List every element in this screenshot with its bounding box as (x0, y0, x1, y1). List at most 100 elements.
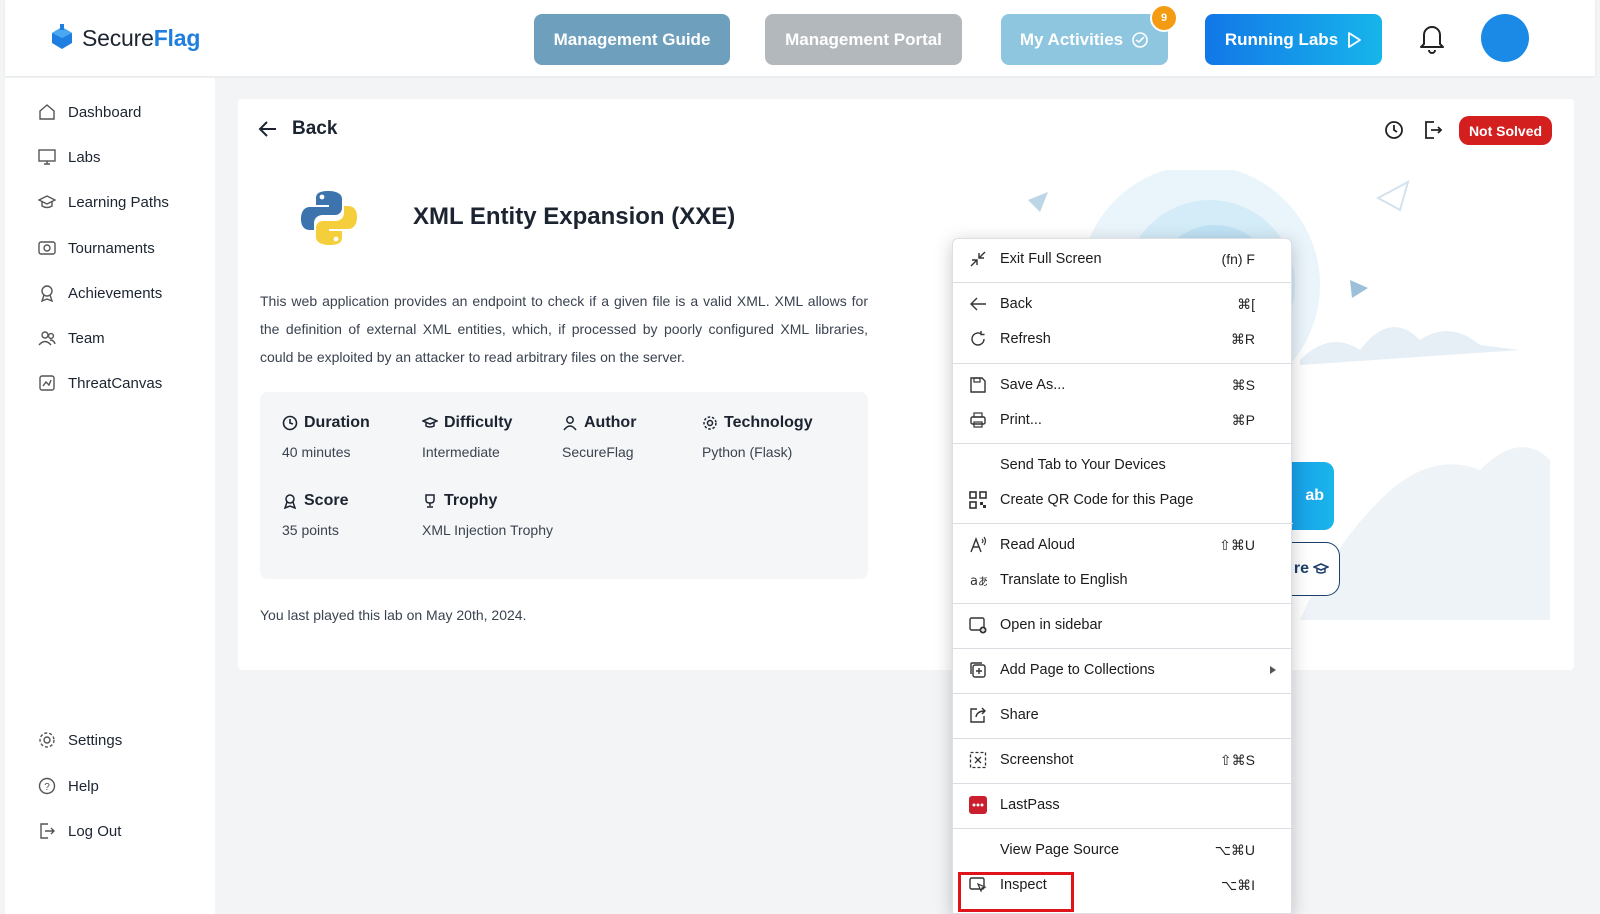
logout-icon (40, 823, 55, 839)
menu-separator (953, 603, 1293, 604)
duration-info: Duration 40 minutes (282, 414, 370, 460)
activities-count-badge: 9 (1150, 4, 1178, 32)
difficulty-info: Difficulty Intermediate (422, 414, 513, 460)
menu-item-lastpass[interactable]: LastPass (953, 788, 1293, 822)
menu-separator (953, 443, 1293, 444)
tournament-icon (38, 241, 56, 255)
menu-item-send-tab[interactable]: Send Tab to Your Devices (953, 448, 1293, 482)
score-info: Score 35 points (282, 492, 349, 538)
graduation-cap-icon (422, 417, 438, 428)
status-badge: Not Solved (1459, 116, 1552, 145)
python-logo-icon (301, 191, 357, 245)
sidebar-icon (968, 615, 988, 635)
menu-item-exit-full-screen[interactable]: Exit Full Screen (fn) F (953, 242, 1293, 276)
menu-item-read-aloud[interactable]: Read Aloud ⇧⌘U (953, 528, 1293, 562)
sidebar-item-settings[interactable]: Settings (38, 728, 122, 752)
menu-separator (953, 648, 1293, 649)
logo-mark-icon (52, 24, 72, 49)
menu-item-print[interactable]: Print... ⌘P (953, 403, 1293, 437)
svg-text:あ: あ (978, 575, 987, 588)
printer-icon (968, 410, 988, 430)
menu-separator (953, 523, 1293, 524)
read-aloud-icon (968, 535, 988, 555)
lab-description: This web application provides an endpoin… (260, 293, 868, 365)
collections-icon (968, 660, 988, 680)
canvas-icon (39, 375, 55, 391)
menu-item-back[interactable]: Back ⌘[ (953, 287, 1293, 321)
award-icon (40, 285, 54, 302)
running-labs-button[interactable]: Running Labs (1205, 14, 1382, 65)
menu-item-refresh[interactable]: Refresh ⌘R (953, 322, 1293, 356)
clock-icon (282, 415, 298, 431)
menu-item-create-qr-code[interactable]: Create QR Code for this Page (953, 483, 1293, 517)
award-icon (283, 494, 297, 509)
sidebar-item-logout[interactable]: Log Out (38, 819, 121, 843)
menu-item-translate[interactable]: aあ Translate to English (953, 563, 1293, 597)
my-activities-button[interactable]: My Activities (1001, 14, 1168, 65)
gear-icon (39, 732, 55, 748)
menu-item-save-as[interactable]: Save As... ⌘S (953, 368, 1293, 402)
arrow-left-icon (258, 121, 276, 137)
save-icon (968, 375, 988, 395)
trophy-info: Trophy XML Injection Trophy (422, 492, 553, 538)
last-played-text: You last played this lab on May 20th, 20… (260, 607, 527, 623)
menu-item-open-in-sidebar[interactable]: Open in sidebar (953, 608, 1293, 642)
sidebar-item-dashboard[interactable]: Dashboard (38, 100, 141, 124)
sidebar-item-tournaments[interactable]: Tournaments (38, 236, 155, 260)
inspect-highlight-box (958, 872, 1074, 912)
play-icon (1348, 31, 1362, 48)
menu-separator (953, 693, 1293, 694)
gear-icon (703, 416, 717, 430)
graduation-cap-icon (1313, 563, 1329, 574)
svg-text:a: a (970, 574, 978, 589)
trophy-icon (425, 494, 435, 508)
monitor-icon (38, 149, 56, 165)
menu-separator (953, 282, 1293, 283)
menu-separator (953, 828, 1293, 829)
management-guide-button[interactable]: Management Guide (534, 14, 730, 65)
menu-item-screenshot[interactable]: Screenshot ⇧⌘S (953, 743, 1293, 777)
lab-title: XML Entity Expansion (XXE) (413, 203, 736, 230)
top-header: SecureFlag Management Guide Management P… (5, 0, 1595, 76)
sidebar-item-team[interactable]: Team (38, 326, 105, 350)
user-icon (563, 416, 577, 431)
screenshot-icon (968, 750, 988, 770)
sidebar: Dashboard Labs Learning Paths Tournament… (5, 78, 215, 914)
sidebar-item-threatcanvas[interactable]: ThreatCanvas (38, 371, 162, 395)
home-icon (39, 104, 55, 120)
author-info: Author SecureFlag (562, 414, 637, 460)
menu-item-view-page-source[interactable]: View Page Source ⌥⌘U (953, 833, 1293, 867)
submenu-arrow-icon (1270, 666, 1276, 674)
arrow-left-icon (968, 294, 988, 314)
lab-info-box: Duration 40 minutes Difficulty Intermedi… (260, 392, 868, 579)
team-icon (38, 331, 56, 346)
exit-lab-icon[interactable] (1422, 119, 1444, 141)
refresh-icon (968, 329, 988, 349)
translate-icon: aあ (968, 570, 988, 590)
share-icon (968, 705, 988, 725)
management-portal-button[interactable]: Management Portal (765, 14, 962, 65)
menu-item-add-to-collections[interactable]: Add Page to Collections (953, 653, 1293, 687)
secureflag-logo[interactable]: SecureFlag (48, 24, 200, 52)
menu-item-share[interactable]: Share (953, 698, 1293, 732)
technology-info: Technology Python (Flask) (702, 414, 813, 460)
menu-separator (953, 783, 1293, 784)
svg-text:?: ? (44, 782, 50, 793)
user-avatar[interactable] (1481, 14, 1529, 62)
browser-context-menu: Exit Full Screen (fn) F Back ⌘[ Refresh ⌘R … (952, 238, 1293, 914)
sidebar-item-help[interactable]: ? Help (38, 774, 99, 798)
logo-text: SecureFlag (82, 24, 201, 51)
qr-code-icon (968, 490, 988, 510)
back-button[interactable]: Back (258, 118, 337, 140)
sidebar-item-learning-paths[interactable]: Learning Paths (38, 190, 169, 214)
notification-bell-icon[interactable] (1418, 22, 1446, 54)
sidebar-item-achievements[interactable]: Achievements (38, 281, 162, 305)
sidebar-item-labs[interactable]: Labs (38, 145, 101, 169)
graduation-cap-icon (38, 195, 56, 209)
help-icon: ? (38, 777, 56, 795)
menu-separator (953, 738, 1293, 739)
menu-separator (953, 363, 1293, 364)
activity-icon (1132, 31, 1148, 48)
history-clock-icon[interactable] (1383, 119, 1405, 141)
exit-fullscreen-icon (968, 249, 988, 269)
